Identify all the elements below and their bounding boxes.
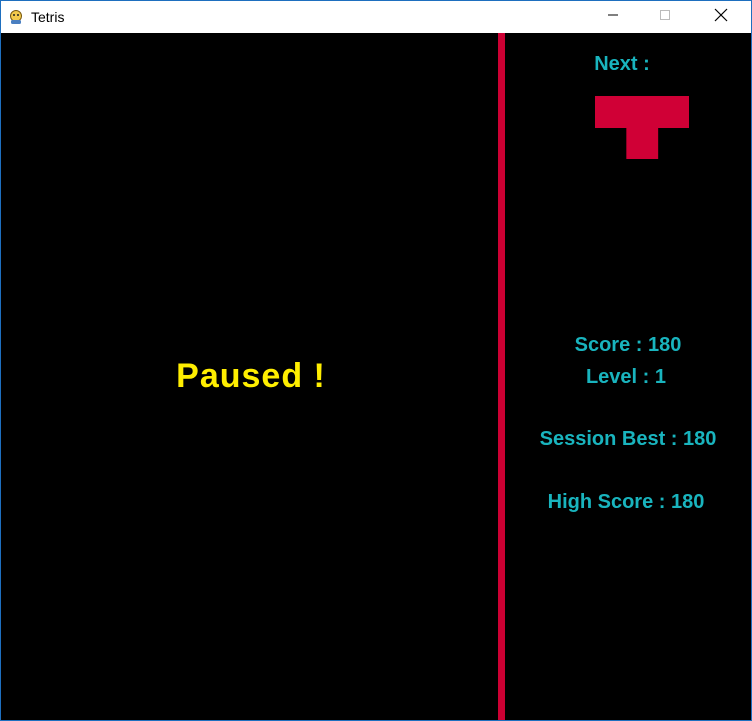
minimize-button[interactable] [590, 1, 636, 33]
high-score-display: High Score : 180 [547, 491, 705, 513]
level-display: Level : 1 [585, 366, 667, 388]
next-piece-preview [595, 96, 690, 160]
paused-message: Paused ! [176, 357, 326, 395]
info-panel: Next : Score : 180 Level : 1 Session Bes… [505, 33, 751, 720]
game-window: Tetris Paused ! Next : Score: 180 Level… [0, 0, 752, 721]
piece-block [595, 96, 627, 128]
next-piece-svg [595, 96, 690, 160]
minimize-icon [607, 8, 619, 26]
next-label: Next : [594, 53, 650, 75]
piece-block [657, 96, 690, 128]
maximize-button[interactable] [642, 1, 688, 33]
close-button[interactable] [698, 1, 744, 33]
pygame-snake-icon [8, 9, 24, 25]
maximize-icon [659, 8, 671, 26]
close-icon [714, 8, 728, 27]
score-display: Score : 180 [574, 334, 682, 356]
piece-block [626, 127, 659, 160]
game-area[interactable]: Paused ! Next : Score : 180 Level : 1 Se… [1, 33, 751, 720]
title-bar[interactable]: Tetris [1, 1, 751, 33]
window-title: Tetris [31, 9, 65, 25]
piece-block [626, 96, 659, 128]
session-best-display: Session Best : 180 [539, 428, 717, 450]
